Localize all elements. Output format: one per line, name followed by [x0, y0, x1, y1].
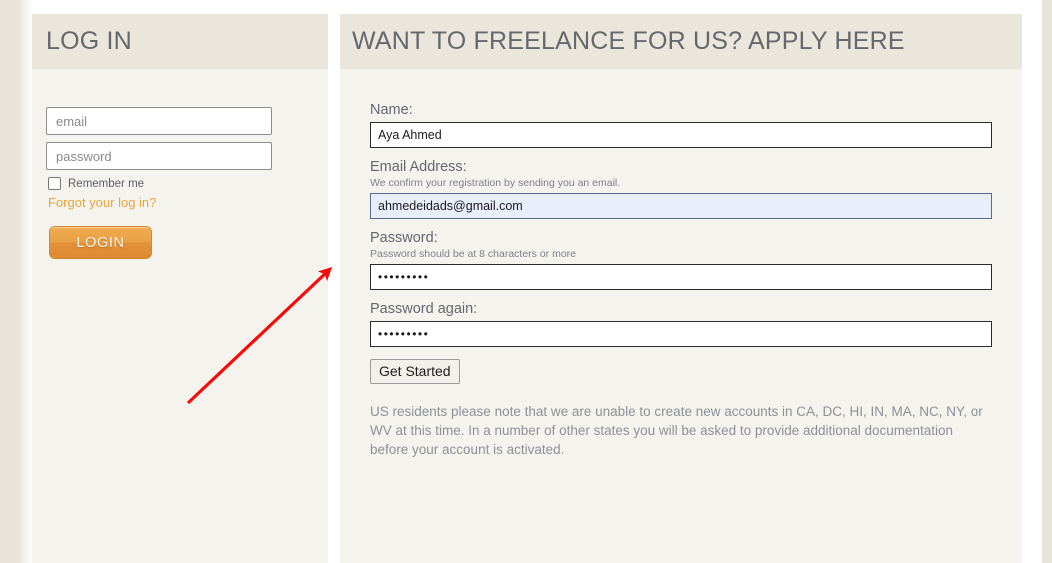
login-email-input[interactable] [46, 107, 272, 135]
signup-panel: WANT TO FREELANCE FOR US? APPLY HERE Nam… [340, 14, 1022, 563]
password-field-label: Password: [370, 230, 438, 246]
login-form: Remember me Forgot your log in? LOGIN [32, 69, 328, 259]
password-again-input[interactable] [370, 321, 992, 347]
signup-panel-header: WANT TO FREELANCE FOR US? APPLY HERE [340, 14, 1022, 69]
login-panel-title: LOG IN [46, 27, 132, 55]
get-started-button[interactable]: Get Started [370, 359, 460, 384]
name-input[interactable] [370, 122, 992, 148]
login-password-input[interactable] [46, 142, 272, 170]
login-panel-header: LOG IN [32, 14, 328, 69]
page-right-edge-strip [1042, 0, 1052, 563]
email-field-hint: We confirm your registration by sending … [370, 177, 621, 189]
remember-me-row[interactable]: Remember me [48, 177, 328, 190]
password-again-field-label: Password again: [370, 301, 478, 317]
remember-me-label: Remember me [68, 177, 145, 190]
state-restriction-disclaimer: US residents please note that we are una… [370, 404, 983, 457]
page-left-edge-strip [0, 0, 18, 563]
login-panel: LOG IN Remember me Forgot your log in? L… [32, 14, 328, 563]
email-field-label: Email Address: [370, 159, 467, 175]
page-left-edge-fade [18, 0, 32, 563]
password-field-hint: Password should be at 8 characters or mo… [370, 248, 577, 260]
remember-me-checkbox[interactable] [48, 177, 61, 190]
signup-panel-title: WANT TO FREELANCE FOR US? APPLY HERE [352, 27, 905, 55]
login-button[interactable]: LOGIN [49, 226, 152, 259]
email-input[interactable] [370, 193, 992, 219]
password-input[interactable] [370, 264, 992, 290]
name-field-label: Name: [370, 102, 413, 118]
signup-form: Name: Email Address: We confirm your reg… [340, 69, 1022, 459]
forgot-login-link[interactable]: Forgot your log in? [48, 195, 328, 210]
